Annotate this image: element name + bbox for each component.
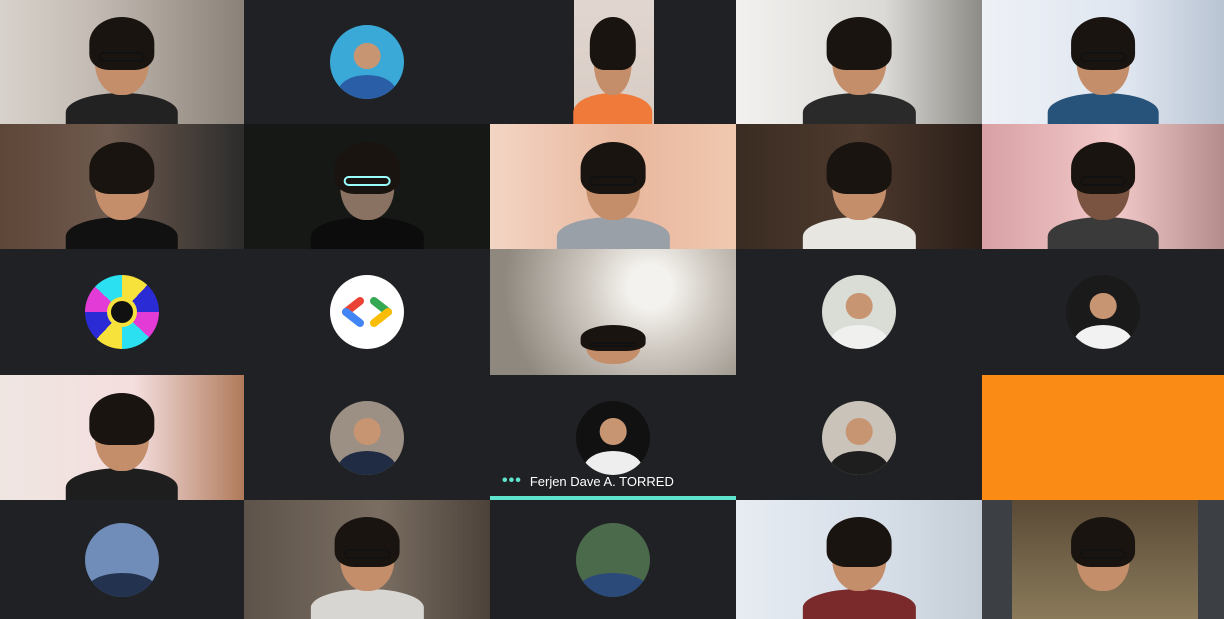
participant-tile-r3c2[interactable]: [244, 249, 490, 375]
participant-avatar: [330, 25, 404, 99]
participant-video: [802, 141, 916, 249]
participant-name: Ferjen Dave A. TORRED: [529, 473, 674, 489]
developer-logo-avatar: [330, 275, 404, 349]
participant-video: [1047, 141, 1159, 249]
participant-tile-r1c4[interactable]: [736, 0, 982, 124]
participant-avatar: [822, 400, 896, 475]
participant-tile-r2c4[interactable]: [736, 124, 982, 249]
participant-video: [1047, 17, 1159, 124]
participant-name-label: ••• Ferjen Dave A. TORRED: [502, 472, 674, 490]
participant-avatar-group-photo: [85, 522, 159, 597]
participant-avatar-mandala: [85, 275, 159, 349]
participant-video: [65, 141, 179, 249]
participant-avatar: [576, 400, 650, 475]
participant-tile-r5c3[interactable]: [490, 500, 736, 619]
participant-tile-r2c1[interactable]: [0, 124, 244, 249]
participant-tile-r5c4[interactable]: [736, 500, 982, 619]
participant-tile-r1c5[interactable]: [982, 0, 1224, 124]
participant-tile-r1c3[interactable]: [490, 0, 736, 124]
participant-tile-r2c2[interactable]: [244, 124, 490, 249]
participant-tile-r4c1[interactable]: [0, 375, 244, 500]
participant-avatar: [330, 400, 404, 475]
participant-tile-r3c3[interactable]: [490, 249, 736, 375]
participant-tile-r4c3-active-speaker[interactable]: ••• Ferjen Dave A. TORRED: [490, 375, 736, 500]
participant-tile-r3c4[interactable]: [736, 249, 982, 375]
participant-avatar: [1066, 275, 1140, 349]
participant-video: [802, 516, 916, 619]
participant-video: [310, 516, 424, 619]
participant-video: [556, 141, 670, 249]
participant-video: [65, 17, 179, 124]
participant-tile-r5c5[interactable]: [982, 500, 1224, 619]
participant-video: [573, 17, 653, 124]
participant-video: [310, 141, 424, 249]
participant-tile-r3c5[interactable]: [982, 249, 1224, 375]
speaking-indicator-icon: •••: [502, 472, 522, 489]
participant-video: [802, 17, 916, 124]
participant-tile-r2c5[interactable]: [982, 124, 1224, 249]
participant-tile-r1c1[interactable]: [0, 0, 244, 124]
participant-tile-r5c1[interactable]: [0, 500, 244, 619]
participant-tile-r4c5[interactable]: [982, 375, 1224, 500]
participant-video: [556, 324, 669, 375]
participant-video: [65, 392, 179, 500]
participant-tile-r1c2[interactable]: [244, 0, 490, 124]
participant-tile-r3c1[interactable]: [0, 249, 244, 375]
participant-tile-r4c2[interactable]: [244, 375, 490, 500]
participant-tile-r2c3[interactable]: [490, 124, 736, 249]
participant-avatar: [822, 275, 896, 349]
meeting-video-grid: ••• Ferjen Dave A. TORRED: [0, 0, 1224, 619]
participant-tile-r4c4[interactable]: [736, 375, 982, 500]
participant-avatar-group-photo: [576, 522, 650, 597]
participant-tile-r5c2[interactable]: [244, 500, 490, 619]
participant-video: [1047, 516, 1158, 619]
